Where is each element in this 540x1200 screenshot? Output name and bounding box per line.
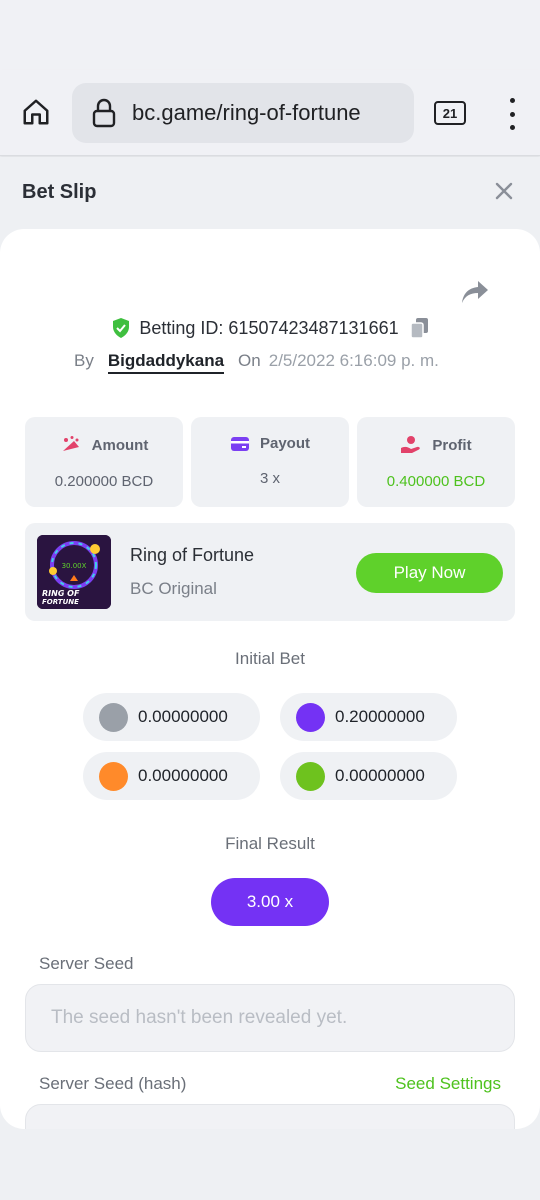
amount-stat: Amount 0.200000 BCD (25, 417, 183, 507)
home-button[interactable] (18, 94, 54, 130)
chip-color-dot (296, 761, 325, 791)
chip-color-dot (296, 702, 325, 732)
bet-chip-purple: 0.20000000 (280, 693, 457, 741)
game-thumbnail[interactable]: 30.00X RING OF FORTUNE (37, 535, 111, 609)
game-provider: BC Original (130, 579, 217, 598)
verified-shield-icon (113, 318, 130, 338)
bet-detail-card: Betting ID: 61507423487131661 By Bigdadd… (0, 229, 540, 1129)
bet-chip-orange: 0.00000000 (83, 752, 260, 800)
home-icon (23, 99, 49, 125)
chip-amount: 0.00000000 (138, 766, 228, 785)
lock-icon (90, 97, 118, 129)
initial-bet-chips: 0.00000000 0.20000000 0.00000000 0.00000… (83, 693, 457, 801)
bet-stats: Amount 0.200000 BCD Payout 3 x Profit 0.… (25, 417, 515, 507)
by-label: By (74, 351, 94, 370)
chip-color-dot (99, 702, 128, 732)
initial-bet-label: Initial Bet (235, 649, 305, 668)
tab-switcher-button[interactable]: 21 (434, 101, 466, 125)
share-button[interactable] (460, 279, 494, 309)
bet-chip-gray: 0.00000000 (83, 693, 260, 741)
bet-slip-header: Bet Slip (0, 157, 540, 229)
on-label: On (238, 351, 261, 370)
thumb-title-line-1: RING OF (42, 589, 80, 598)
bet-slip-title: Bet Slip (22, 181, 97, 203)
thumb-multiplier: 30.00X (62, 562, 87, 570)
payout-label: Payout (259, 435, 310, 452)
url-text: bc.game/ring-of-fortune (132, 100, 361, 125)
chip-amount: 0.00000000 (335, 766, 425, 785)
profit-hand-icon (401, 436, 421, 453)
profit-label: Profit (432, 436, 472, 454)
game-card: 30.00X RING OF FORTUNE Ring of Fortune B… (25, 523, 515, 621)
close-button[interactable] (490, 177, 518, 205)
bettor-row: By Bigdaddykana On 2/5/2022 6:16:09 p. m… (74, 351, 439, 374)
final-result-label: Final Result (225, 834, 315, 853)
username-link[interactable]: Bigdaddykana (107, 351, 225, 374)
server-seed-hash-label: Server Seed (hash) (39, 1074, 187, 1093)
payout-value: 3 x (259, 470, 280, 487)
betting-id-row: Betting ID: 61507423487131661 (0, 317, 540, 339)
ring-of-fortune-thumbnail-art: 30.00X RING OF FORTUNE (37, 535, 111, 609)
menu-dot (509, 98, 515, 103)
final-result-value: 3.00 x (211, 878, 329, 926)
server-seed-label: Server Seed (39, 954, 134, 973)
bet-date: 2/5/2022 6:16:09 p. m. (268, 351, 439, 370)
chip-amount: 0.00000000 (138, 707, 228, 726)
amount-label: Amount (91, 436, 149, 454)
server-seed-hash-field[interactable] (25, 1104, 515, 1129)
payout-stat: Payout 3 x (191, 417, 349, 507)
bet-chip-green: 0.00000000 (280, 752, 457, 800)
status-bar-area (0, 0, 540, 70)
wallet-icon (230, 436, 249, 451)
copy-icon[interactable] (409, 317, 429, 339)
amount-icon (62, 436, 79, 451)
thumb-title-line-2: FORTUNE (42, 598, 79, 606)
address-bar[interactable]: bc.game/ring-of-fortune (72, 83, 414, 143)
chip-color-dot (99, 761, 128, 791)
server-seed-field[interactable]: The seed hasn't been revealed yet. (25, 984, 515, 1052)
play-now-button[interactable]: Play Now (356, 553, 503, 593)
profit-stat: Profit 0.400000 BCD (357, 417, 515, 507)
game-name: Ring of Fortune (130, 545, 255, 565)
profit-value: 0.400000 BCD (386, 473, 486, 490)
browser-toolbar: bc.game/ring-of-fortune 21 (0, 70, 540, 156)
menu-dot (509, 111, 515, 117)
chip-amount: 0.20000000 (335, 707, 425, 726)
more-menu-button[interactable] (500, 94, 524, 134)
close-icon (495, 182, 513, 200)
betting-id: Betting ID: 61507423487131661 (139, 317, 399, 338)
menu-dot (509, 125, 515, 130)
amount-value: 0.200000 BCD (54, 473, 154, 490)
seed-settings-link[interactable]: Seed Settings (395, 1074, 501, 1094)
share-icon (462, 281, 488, 303)
